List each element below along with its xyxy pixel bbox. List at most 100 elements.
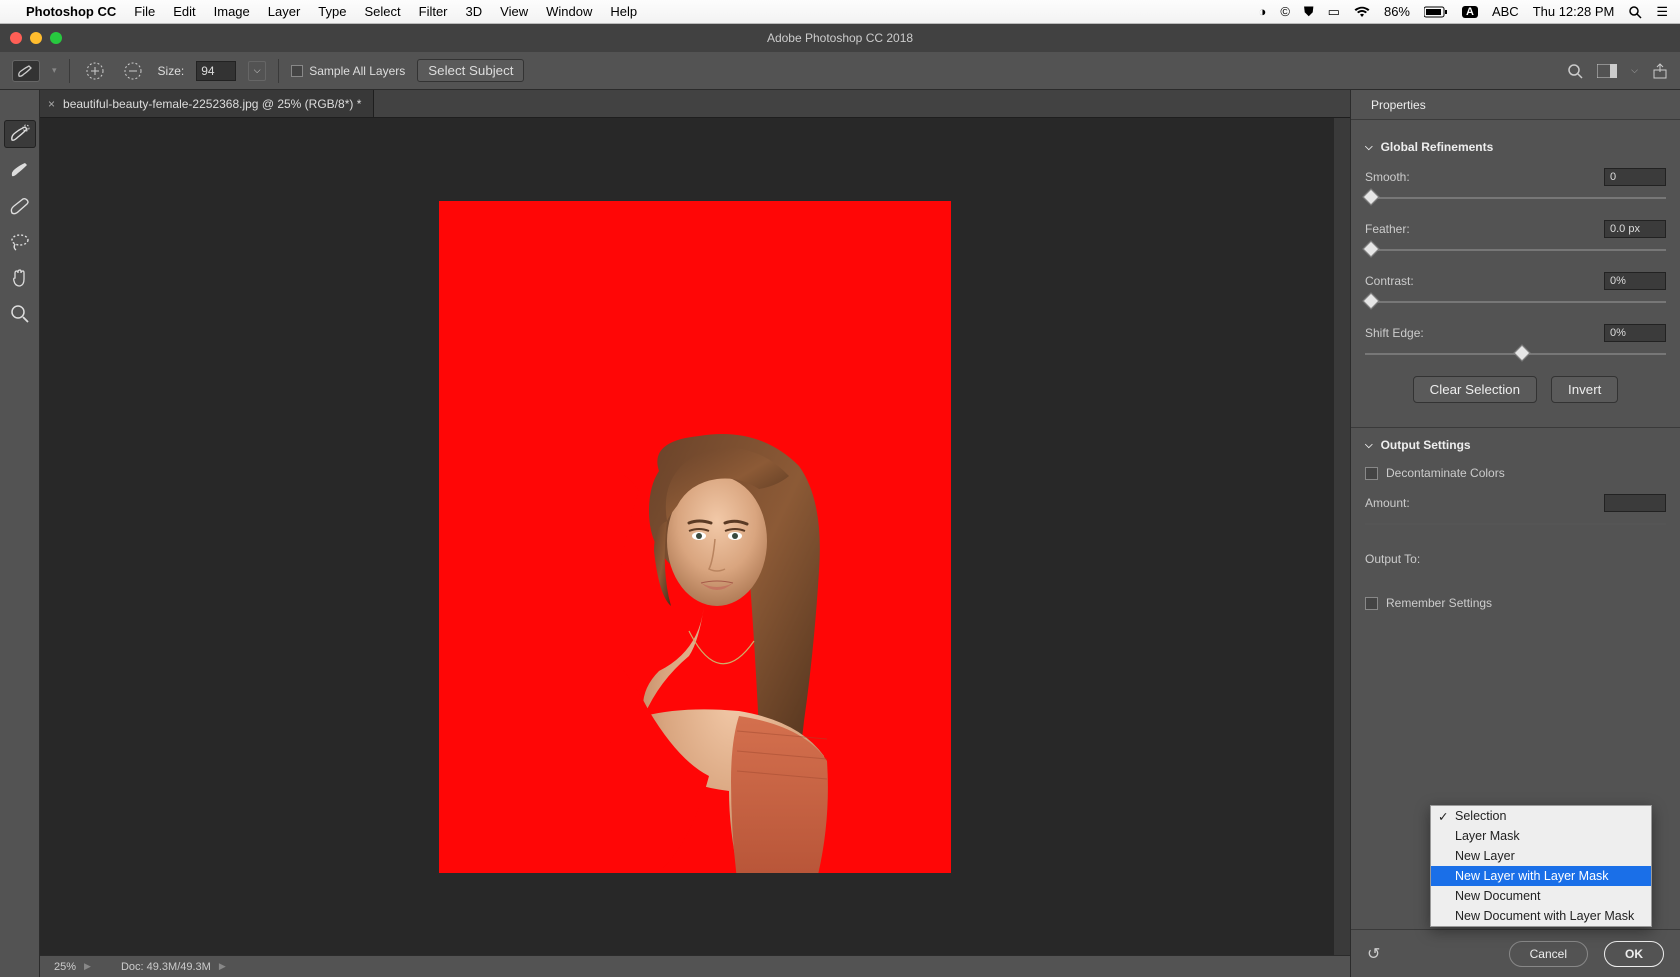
workspace-switcher-icon[interactable]: [1597, 64, 1617, 78]
close-button[interactable]: [10, 32, 22, 44]
sample-all-layers-checkbox[interactable]: Sample All Layers: [291, 64, 405, 78]
input-label[interactable]: ABC: [1492, 4, 1519, 19]
minimize-button[interactable]: [30, 32, 42, 44]
fullscreen-button[interactable]: [50, 32, 62, 44]
contrast-input[interactable]: [1604, 272, 1666, 290]
menu-list-icon[interactable]: ☰: [1656, 4, 1668, 20]
doc-info[interactable]: Doc: 49.3M/49.3M: [121, 961, 211, 973]
battery-icon[interactable]: [1424, 6, 1448, 18]
menu-layer[interactable]: Layer: [268, 4, 301, 19]
workspace-dropdown-icon[interactable]: ⌵: [1631, 65, 1638, 76]
document-tab-bar: × beautiful-beauty-female-2252368.jpg @ …: [40, 90, 1350, 118]
menu-image[interactable]: Image: [214, 4, 250, 19]
output-option[interactable]: Layer Mask: [1431, 826, 1651, 846]
shift-edge-label: Shift Edge:: [1365, 326, 1604, 340]
spotlight-icon[interactable]: [1628, 5, 1642, 19]
output-settings-header[interactable]: ⌵ Output Settings: [1365, 438, 1666, 452]
dropbox-icon[interactable]: ⛊: [1304, 4, 1314, 20]
clock[interactable]: Thu 12:28 PM: [1533, 4, 1615, 19]
document-canvas[interactable]: [439, 201, 951, 873]
invert-button[interactable]: Invert: [1551, 376, 1618, 403]
document-tab[interactable]: × beautiful-beauty-female-2252368.jpg @ …: [40, 90, 374, 117]
menu-3d[interactable]: 3D: [466, 4, 483, 19]
brush-tool[interactable]: [4, 192, 36, 220]
feather-input[interactable]: [1604, 220, 1666, 238]
sample-all-layers-label: Sample All Layers: [309, 64, 405, 78]
clear-selection-button[interactable]: Clear Selection: [1413, 376, 1537, 403]
output-option[interactable]: New Layer: [1431, 846, 1651, 866]
close-tab-icon[interactable]: ×: [48, 97, 55, 111]
amount-label: Amount:: [1365, 496, 1604, 510]
wifi-icon[interactable]: [1354, 6, 1370, 18]
lasso-tool[interactable]: [4, 228, 36, 256]
subtract-from-selection-icon[interactable]: [120, 58, 146, 84]
menu-type[interactable]: Type: [318, 4, 346, 19]
amount-input: [1604, 494, 1666, 512]
menu-view[interactable]: View: [500, 4, 528, 19]
brush-size-input[interactable]: [196, 61, 236, 81]
output-to-label: Output To:: [1365, 552, 1666, 566]
window-controls: [10, 32, 62, 44]
menu-file[interactable]: File: [134, 4, 155, 19]
amount-slider: [1365, 516, 1666, 532]
share-icon[interactable]: [1652, 63, 1668, 79]
menu-edit[interactable]: Edit: [173, 4, 195, 19]
properties-tab[interactable]: Properties: [1361, 94, 1436, 116]
canvas-viewport[interactable]: [40, 118, 1350, 955]
hand-tool[interactable]: [4, 264, 36, 292]
tools-panel: [0, 90, 40, 977]
zoom-menu-icon[interactable]: ▶: [84, 961, 91, 972]
zoom-tool[interactable]: [4, 300, 36, 328]
app-name[interactable]: Photoshop CC: [26, 4, 116, 19]
cancel-button[interactable]: Cancel: [1509, 941, 1588, 967]
search-icon[interactable]: [1567, 63, 1583, 79]
add-to-selection-icon[interactable]: [82, 58, 108, 84]
output-to-dropdown[interactable]: SelectionLayer MaskNew LayerNew Layer wi…: [1430, 805, 1652, 927]
output-option[interactable]: Selection: [1431, 806, 1651, 826]
output-option[interactable]: New Layer with Layer Mask: [1431, 866, 1651, 886]
menu-select[interactable]: Select: [364, 4, 400, 19]
chevron-down-icon: ⌵: [1365, 440, 1373, 451]
ok-button[interactable]: OK: [1604, 941, 1664, 967]
scrollbar-vertical[interactable]: [1334, 118, 1350, 955]
output-option[interactable]: New Document: [1431, 886, 1651, 906]
mac-menu-bar: Photoshop CC File Edit Image Layer Type …: [0, 0, 1680, 24]
select-subject-button[interactable]: Select Subject: [417, 59, 524, 82]
document-area: × beautiful-beauty-female-2252368.jpg @ …: [40, 90, 1350, 977]
photoshop-window: Adobe Photoshop CC 2018 ▾ Size: ⌵ Sample…: [0, 24, 1680, 977]
contrast-slider[interactable]: [1365, 294, 1666, 310]
shift-edge-input[interactable]: [1604, 324, 1666, 342]
options-bar: ▾ Size: ⌵ Sample All Layers Select Subje…: [0, 52, 1680, 90]
menu-help[interactable]: Help: [610, 4, 637, 19]
tray-icon-1[interactable]: ◑: [1258, 4, 1266, 19]
airplay-icon[interactable]: ▭: [1328, 4, 1340, 20]
titlebar: Adobe Photoshop CC 2018: [0, 24, 1680, 52]
input-badge[interactable]: A: [1462, 6, 1478, 18]
brush-size-dropdown[interactable]: ⌵: [248, 61, 266, 81]
creative-cloud-icon[interactable]: ©: [1280, 4, 1290, 19]
status-bar: 25% ▶ Doc: 49.3M/49.3M ▶: [40, 955, 1350, 977]
chevron-down-icon: ⌵: [1365, 142, 1373, 153]
feather-label: Feather:: [1365, 222, 1604, 236]
current-tool-preset[interactable]: [12, 60, 40, 82]
document-tab-label: beautiful-beauty-female-2252368.jpg @ 25…: [63, 97, 361, 111]
zoom-level[interactable]: 25%: [54, 961, 76, 973]
refine-edge-brush-tool[interactable]: [4, 156, 36, 184]
subject-image: [589, 431, 889, 873]
menu-window[interactable]: Window: [546, 4, 592, 19]
shift-edge-slider[interactable]: [1365, 346, 1666, 362]
remember-settings-checkbox[interactable]: Remember Settings: [1365, 596, 1666, 610]
quick-selection-tool[interactable]: [4, 120, 36, 148]
smooth-input[interactable]: [1604, 168, 1666, 186]
smooth-slider[interactable]: [1365, 190, 1666, 206]
size-label: Size:: [158, 64, 185, 78]
panel-footer: ↺ Cancel OK: [1351, 929, 1680, 977]
global-refinements-header[interactable]: ⌵ Global Refinements: [1365, 140, 1666, 154]
window-title: Adobe Photoshop CC 2018: [767, 31, 913, 45]
reset-icon[interactable]: ↺: [1367, 944, 1380, 964]
output-option[interactable]: New Document with Layer Mask: [1431, 906, 1651, 926]
menu-filter[interactable]: Filter: [419, 4, 448, 19]
doc-info-menu-icon[interactable]: ▶: [219, 961, 226, 972]
feather-slider[interactable]: [1365, 242, 1666, 258]
decontaminate-colors-checkbox[interactable]: Decontaminate Colors: [1365, 466, 1666, 480]
